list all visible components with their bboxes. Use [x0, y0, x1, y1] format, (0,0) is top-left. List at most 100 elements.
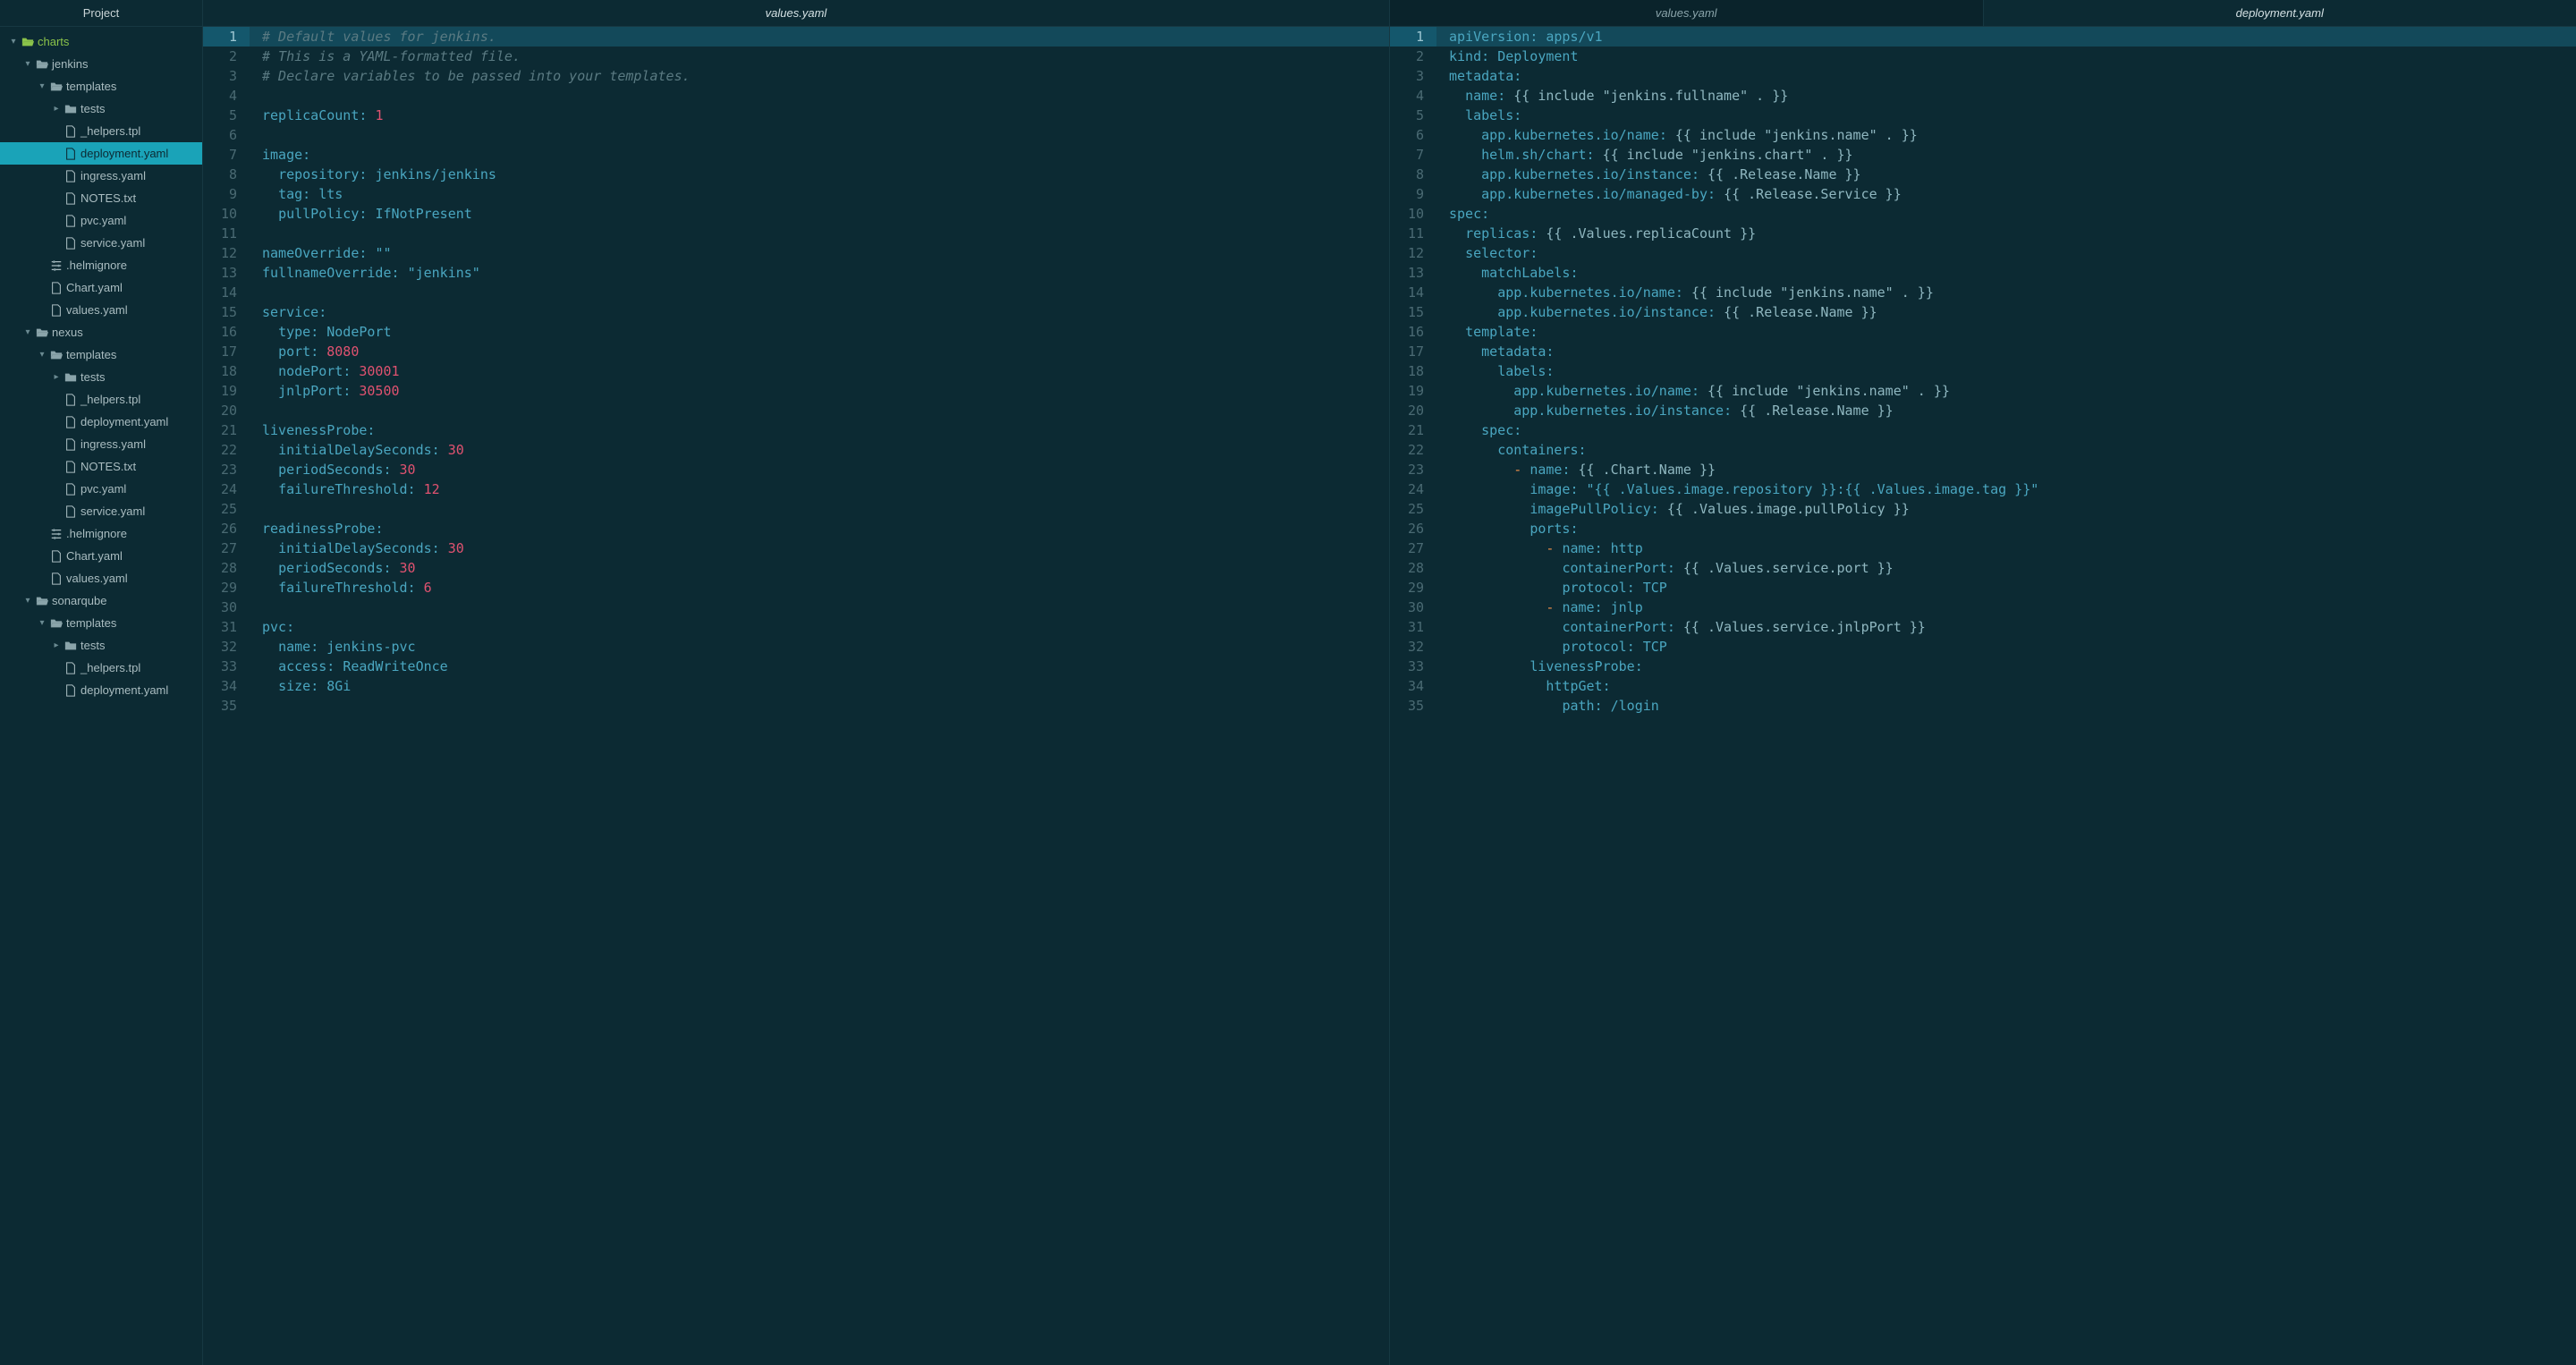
tree-item[interactable]: ▾nexus — [0, 321, 202, 343]
tree-item[interactable]: pvc.yaml — [0, 209, 202, 232]
code-line[interactable]: 20 — [203, 401, 1389, 420]
disclosure-arrow-icon[interactable]: ▸ — [50, 372, 63, 382]
code-scroll[interactable]: 1apiVersion: apps/v12kind: Deployment3me… — [1390, 27, 2576, 1365]
tree-item[interactable]: ▾charts — [0, 30, 202, 53]
code-line[interactable]: 2# This is a YAML-formatted file. — [203, 47, 1389, 66]
code-line[interactable]: 25 — [203, 499, 1389, 519]
tree-item[interactable]: service.yaml — [0, 500, 202, 522]
code-line[interactable]: 22 containers: — [1390, 440, 2576, 460]
code-line[interactable]: 7 helm.sh/chart: {{ include "jenkins.cha… — [1390, 145, 2576, 165]
code-line[interactable]: 11 — [203, 224, 1389, 243]
tree-item[interactable]: service.yaml — [0, 232, 202, 254]
code-line[interactable]: 10 pullPolicy: IfNotPresent — [203, 204, 1389, 224]
code-line[interactable]: 23 - name: {{ .Chart.Name }} — [1390, 460, 2576, 479]
code-line[interactable]: 8 repository: jenkins/jenkins — [203, 165, 1389, 184]
code-line[interactable]: 6 — [203, 125, 1389, 145]
code-line[interactable]: 20 app.kubernetes.io/instance: {{ .Relea… — [1390, 401, 2576, 420]
disclosure-arrow-icon[interactable]: ▾ — [36, 618, 48, 628]
tree-item[interactable]: .helmignore — [0, 254, 202, 276]
code-line[interactable]: 12 selector: — [1390, 243, 2576, 263]
code-line[interactable]: 34 httpGet: — [1390, 676, 2576, 696]
tree-item[interactable]: values.yaml — [0, 299, 202, 321]
code-line[interactable]: 9 tag: lts — [203, 184, 1389, 204]
code-line[interactable]: 15 app.kubernetes.io/instance: {{ .Relea… — [1390, 302, 2576, 322]
disclosure-arrow-icon[interactable]: ▾ — [21, 327, 34, 337]
code-line[interactable]: 35 path: /login — [1390, 696, 2576, 716]
code-line[interactable]: 5replicaCount: 1 — [203, 106, 1389, 125]
code-line[interactable]: 4 name: {{ include "jenkins.fullname" . … — [1390, 86, 2576, 106]
code-line[interactable]: 19 app.kubernetes.io/name: {{ include "j… — [1390, 381, 2576, 401]
code-line[interactable]: 25 imagePullPolicy: {{ .Values.image.pul… — [1390, 499, 2576, 519]
code-line[interactable]: 6 app.kubernetes.io/name: {{ include "je… — [1390, 125, 2576, 145]
tree-item[interactable]: pvc.yaml — [0, 478, 202, 500]
code-line[interactable]: 9 app.kubernetes.io/managed-by: {{ .Rele… — [1390, 184, 2576, 204]
code-line[interactable]: 13 matchLabels: — [1390, 263, 2576, 283]
tree-item[interactable]: deployment.yaml — [0, 411, 202, 433]
tree-item[interactable]: NOTES.txt — [0, 455, 202, 478]
tree-item[interactable]: values.yaml — [0, 567, 202, 589]
code-line[interactable]: 4 — [203, 86, 1389, 106]
tree-item[interactable]: NOTES.txt — [0, 187, 202, 209]
code-line[interactable]: 7image: — [203, 145, 1389, 165]
code-line[interactable]: 14 app.kubernetes.io/name: {{ include "j… — [1390, 283, 2576, 302]
disclosure-arrow-icon[interactable]: ▾ — [36, 350, 48, 360]
code-line[interactable]: 16 template: — [1390, 322, 2576, 342]
code-line[interactable]: 17 port: 8080 — [203, 342, 1389, 361]
code-line[interactable]: 27 initialDelaySeconds: 30 — [203, 538, 1389, 558]
code-line[interactable]: 29 protocol: TCP — [1390, 578, 2576, 598]
code-line[interactable]: 28 containerPort: {{ .Values.service.por… — [1390, 558, 2576, 578]
code-line[interactable]: 8 app.kubernetes.io/instance: {{ .Releas… — [1390, 165, 2576, 184]
tree-item[interactable]: Chart.yaml — [0, 545, 202, 567]
editor-tab[interactable]: deployment.yaml — [1984, 0, 2576, 26]
code-line[interactable]: 24 image: "{{ .Values.image.repository }… — [1390, 479, 2576, 499]
code-line[interactable]: 14 — [203, 283, 1389, 302]
code-line[interactable]: 34 size: 8Gi — [203, 676, 1389, 696]
disclosure-arrow-icon[interactable]: ▾ — [36, 81, 48, 91]
code-line[interactable]: 27 - name: http — [1390, 538, 2576, 558]
disclosure-arrow-icon[interactable]: ▸ — [50, 104, 63, 114]
code-line[interactable]: 29 failureThreshold: 6 — [203, 578, 1389, 598]
code-line[interactable]: 24 failureThreshold: 12 — [203, 479, 1389, 499]
tree-item[interactable]: .helmignore — [0, 522, 202, 545]
code-line[interactable]: 21 spec: — [1390, 420, 2576, 440]
code-line[interactable]: 33 livenessProbe: — [1390, 657, 2576, 676]
tree-item[interactable]: _helpers.tpl — [0, 120, 202, 142]
code-line[interactable]: 33 access: ReadWriteOnce — [203, 657, 1389, 676]
tree-item[interactable]: ▾jenkins — [0, 53, 202, 75]
code-scroll[interactable]: 1# Default values for jenkins.2# This is… — [203, 27, 1389, 1365]
tree-item[interactable]: ▾templates — [0, 343, 202, 366]
code-line[interactable]: 1apiVersion: apps/v1 — [1390, 27, 2576, 47]
tree-item[interactable]: ingress.yaml — [0, 433, 202, 455]
tree-item[interactable]: _helpers.tpl — [0, 388, 202, 411]
code-area[interactable]: 1# Default values for jenkins.2# This is… — [203, 27, 1389, 1365]
disclosure-arrow-icon[interactable]: ▾ — [21, 59, 34, 69]
tree-item[interactable]: Chart.yaml — [0, 276, 202, 299]
code-line[interactable]: 23 periodSeconds: 30 — [203, 460, 1389, 479]
code-line[interactable]: 11 replicas: {{ .Values.replicaCount }} — [1390, 224, 2576, 243]
tree-item[interactable]: ▾sonarqube — [0, 589, 202, 612]
code-line[interactable]: 26 ports: — [1390, 519, 2576, 538]
code-line[interactable]: 26readinessProbe: — [203, 519, 1389, 538]
tree-item[interactable]: ▸tests — [0, 98, 202, 120]
disclosure-arrow-icon[interactable]: ▸ — [50, 640, 63, 650]
code-line[interactable]: 32 name: jenkins-pvc — [203, 637, 1389, 657]
code-area[interactable]: 1apiVersion: apps/v12kind: Deployment3me… — [1390, 27, 2576, 1365]
code-line[interactable]: 22 initialDelaySeconds: 30 — [203, 440, 1389, 460]
tree-item[interactable]: deployment.yaml — [0, 142, 202, 165]
disclosure-arrow-icon[interactable]: ▾ — [21, 596, 34, 606]
code-line[interactable]: 5 labels: — [1390, 106, 2576, 125]
code-line[interactable]: 15service: — [203, 302, 1389, 322]
code-line[interactable]: 16 type: NodePort — [203, 322, 1389, 342]
tree-item[interactable]: ▾templates — [0, 75, 202, 98]
tree-item[interactable]: ▸tests — [0, 366, 202, 388]
code-line[interactable]: 17 metadata: — [1390, 342, 2576, 361]
tree-item[interactable]: deployment.yaml — [0, 679, 202, 701]
code-line[interactable]: 28 periodSeconds: 30 — [203, 558, 1389, 578]
code-line[interactable]: 3# Declare variables to be passed into y… — [203, 66, 1389, 86]
code-line[interactable]: 21livenessProbe: — [203, 420, 1389, 440]
disclosure-arrow-icon[interactable]: ▾ — [7, 37, 20, 47]
editor-tab[interactable]: values.yaml — [1390, 0, 1984, 26]
code-line[interactable]: 18 labels: — [1390, 361, 2576, 381]
tree-item[interactable]: ingress.yaml — [0, 165, 202, 187]
code-line[interactable]: 2kind: Deployment — [1390, 47, 2576, 66]
